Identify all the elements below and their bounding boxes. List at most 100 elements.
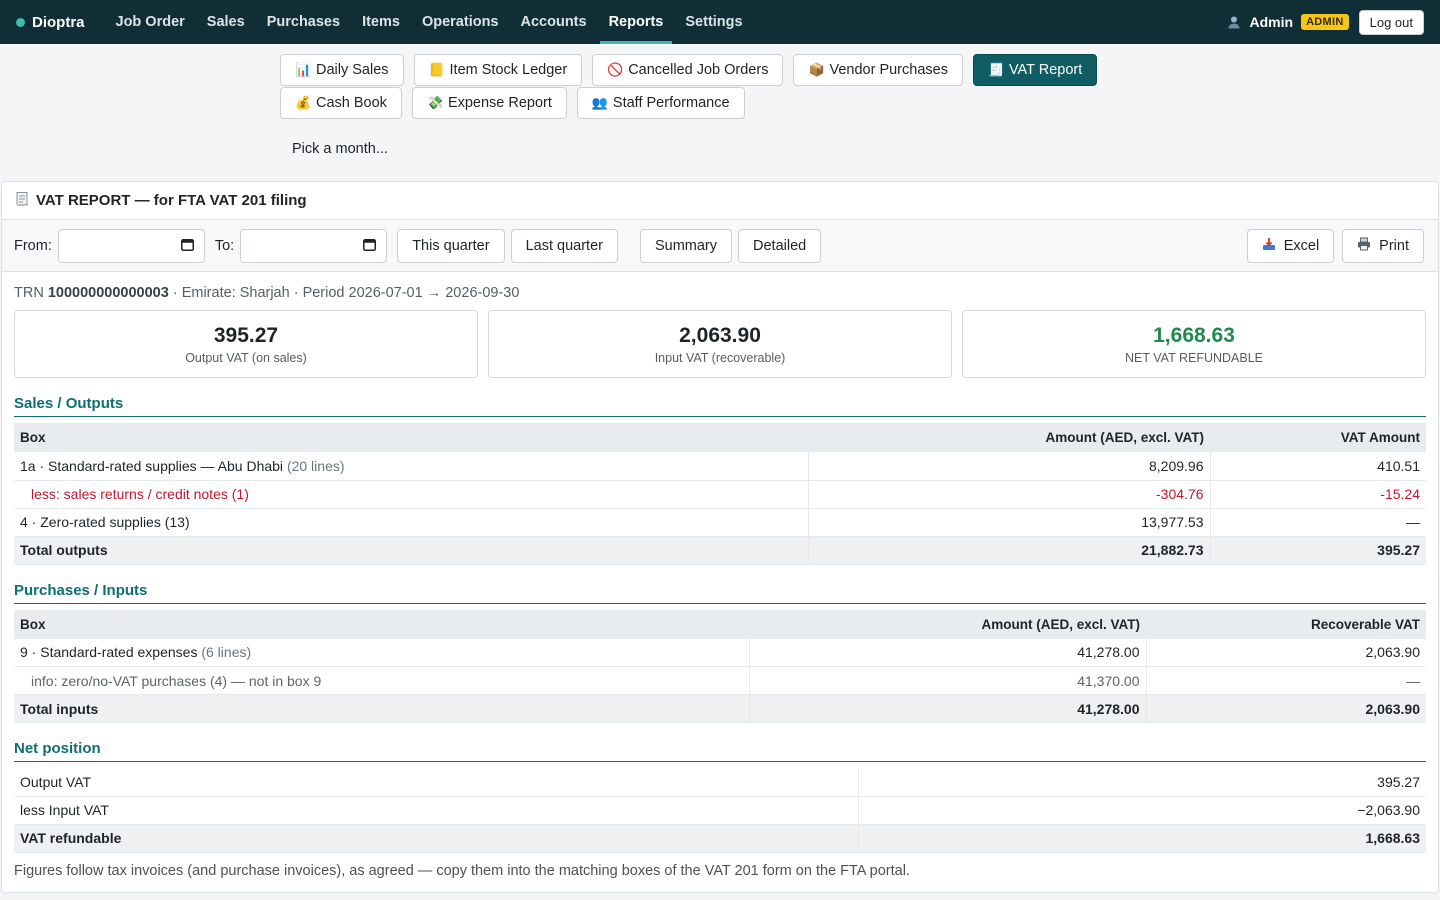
row-note: (6 lines) <box>201 644 252 661</box>
purchases-table: Box Amount (AED, excl. VAT) Recoverable … <box>14 609 1426 723</box>
download-tray-icon <box>1262 237 1276 255</box>
table-row: 4 · Zero-rated supplies (13) 13,977.53 — <box>14 508 1426 537</box>
excel-button[interactable]: Excel <box>1246 228 1335 263</box>
main-nav: Job Order Sales Purchases Items Operatio… <box>107 0 756 44</box>
net-position-table: Output VAT 395.27 less Input VAT −2,063.… <box>14 768 1426 853</box>
total-label: Total outputs <box>14 536 808 565</box>
row-value: −2,063.90 <box>857 796 1426 825</box>
print-label: Print <box>1379 237 1409 254</box>
nav-accounts[interactable]: Accounts <box>512 0 596 44</box>
report-vendor-purchases-button[interactable]: 📦 Vendor Purchases <box>793 54 963 86</box>
month-picker[interactable]: Pick a month... <box>292 141 388 157</box>
nav-settings[interactable]: Settings <box>676 0 751 44</box>
role-badge: ADMIN <box>1301 14 1349 30</box>
summary-button[interactable]: Summary <box>639 228 733 263</box>
summary-cards: 395.27 Output VAT (on sales) 2,063.90 In… <box>14 310 1426 378</box>
printer-icon <box>1357 237 1371 255</box>
column-header: Box <box>14 609 749 639</box>
calendar-icon[interactable] <box>363 238 377 254</box>
net-vat-card: 1,668.63 NET VAT REFUNDABLE <box>962 310 1426 378</box>
report-cancelled-job-orders-button[interactable]: 🚫 Cancelled Job Orders <box>592 54 784 86</box>
sales-table: Box Amount (AED, excl. VAT) VAT Amount 1… <box>14 423 1426 565</box>
column-header: VAT Amount <box>1210 423 1426 452</box>
print-button[interactable]: Print <box>1342 228 1424 263</box>
row-label: info: zero/no-VAT purchases (4) — not in… <box>14 666 749 695</box>
total-label: VAT refundable <box>14 824 858 853</box>
report-label: Staff Performance <box>612 95 730 111</box>
money-bag-icon: 💰 <box>295 95 312 110</box>
export-actions: Excel Print <box>1246 228 1426 263</box>
report-expense-report-button[interactable]: 💸 Expense Report <box>411 87 567 119</box>
total-label: Total inputs <box>14 694 749 723</box>
report-row-2: 💰 Cash Book 💸 Expense Report 👥 Staff Perfor… <box>280 87 1120 119</box>
vat-cell: 2,063.90 <box>1145 638 1426 667</box>
report-label: Daily Sales <box>316 62 389 78</box>
nav-items[interactable]: Items <box>353 0 409 44</box>
calendar-icon[interactable] <box>180 238 194 254</box>
nav-sales[interactable]: Sales <box>198 0 254 44</box>
nav-job-order[interactable]: Job Order <box>107 0 194 44</box>
vat-cell: 410.51 <box>1209 452 1426 481</box>
report-staff-performance-button[interactable]: 👥 Staff Performance <box>576 87 745 119</box>
vat-cell: -15.24 <box>1209 480 1426 509</box>
brand[interactable]: Dioptra <box>16 14 85 31</box>
row-value: 395.27 <box>857 768 1426 797</box>
amount-cell: 13,977.53 <box>807 508 1210 537</box>
detailed-button[interactable]: Detailed <box>738 228 822 263</box>
card-value: 2,063.90 <box>679 323 761 347</box>
table-row: 1a · Standard-rated supplies — Abu Dhabi… <box>14 452 1426 481</box>
to-date-input[interactable] <box>240 228 388 263</box>
total-vat: 2,063.90 <box>1145 694 1426 723</box>
receipt-icon: 🧾 <box>987 62 1005 77</box>
column-header: Recoverable VAT <box>1146 609 1426 639</box>
total-row: Total inputs 41,278.00 2,063.90 <box>14 694 1426 723</box>
report-label: Cash Book <box>316 95 387 111</box>
trn-label: TRN <box>14 285 44 301</box>
last-quarter-button[interactable]: Last quarter <box>510 228 618 263</box>
report-label: Vendor Purchases <box>829 62 948 78</box>
nav-reports[interactable]: Reports <box>599 0 673 44</box>
total-amount: 41,278.00 <box>748 694 1146 723</box>
row-label: 9 · Standard-rated expenses <box>20 644 198 661</box>
prohibited-icon: 🚫 <box>607 62 624 77</box>
report-cash-book-button[interactable]: 💰 Cash Book <box>280 87 402 119</box>
row-label: 1a · Standard-rated supplies — Abu Dhabi <box>20 457 284 474</box>
table-row: less Input VAT −2,063.90 <box>14 796 1426 825</box>
net-section-title: Net position <box>14 740 1426 762</box>
excel-label: Excel <box>1283 237 1320 254</box>
report-row-1: 📊 Daily Sales 📒 Item Stock Ledger 🚫 Cancell… <box>280 54 1120 86</box>
to-label: To: <box>214 237 235 254</box>
row-label: less: sales returns / credit notes (1) <box>14 480 808 509</box>
card-value: 395.27 <box>213 323 279 347</box>
report-item-stock-ledger-button[interactable]: 📒 Item Stock Ledger <box>413 54 583 86</box>
sales-section-title: Sales / Outputs <box>14 395 1426 417</box>
report-meta: TRN 100000000000003 · Emirate: Sharjah ·… <box>14 285 1426 301</box>
input-vat-card: 2,063.90 Input VAT (recoverable) <box>488 310 952 378</box>
column-header: Amount (AED, excl. VAT) <box>749 609 1146 639</box>
report-daily-sales-button[interactable]: 📊 Daily Sales <box>280 54 404 86</box>
amount-cell: 41,370.00 <box>748 666 1146 695</box>
this-quarter-button[interactable]: This quarter <box>397 228 505 263</box>
column-header: Amount (AED, excl. VAT) <box>808 423 1210 452</box>
column-header: Box <box>14 423 808 452</box>
nav-operations[interactable]: Operations <box>413 0 508 44</box>
report-toolbar: From: To: This quarter Last quarter Summ… <box>2 220 1438 272</box>
table-row: 9 · Standard-rated expenses (6 lines) 41… <box>14 638 1426 667</box>
top-nav-bar: Dioptra Job Order Sales Purchases Items … <box>0 0 1440 44</box>
row-note: (20 lines) <box>286 457 345 474</box>
card-value: 1,668.63 <box>1153 323 1235 347</box>
report-selector: 📊 Daily Sales 📒 Item Stock Ledger 🚫 Cancell… <box>280 54 1120 120</box>
vat-cell: — <box>1209 508 1426 537</box>
ledger-icon: 📒 <box>428 62 445 77</box>
nav-purchases[interactable]: Purchases <box>258 0 349 44</box>
row-label: 4 · Zero-rated supplies (13) <box>14 508 808 537</box>
user-name: Admin <box>1249 14 1294 30</box>
logout-button[interactable]: Log out <box>1358 9 1424 35</box>
brand-logo-icon <box>16 17 25 27</box>
user-area: Admin ADMIN Log out <box>1226 9 1424 35</box>
report-vat-report-button[interactable]: 🧾 VAT Report <box>972 54 1098 86</box>
amount-cell: -304.76 <box>807 480 1210 509</box>
total-row: VAT refundable 1,668.63 <box>14 824 1426 853</box>
table-header-row: Box Amount (AED, excl. VAT) Recoverable … <box>14 609 1426 639</box>
from-date-input[interactable] <box>57 228 205 263</box>
